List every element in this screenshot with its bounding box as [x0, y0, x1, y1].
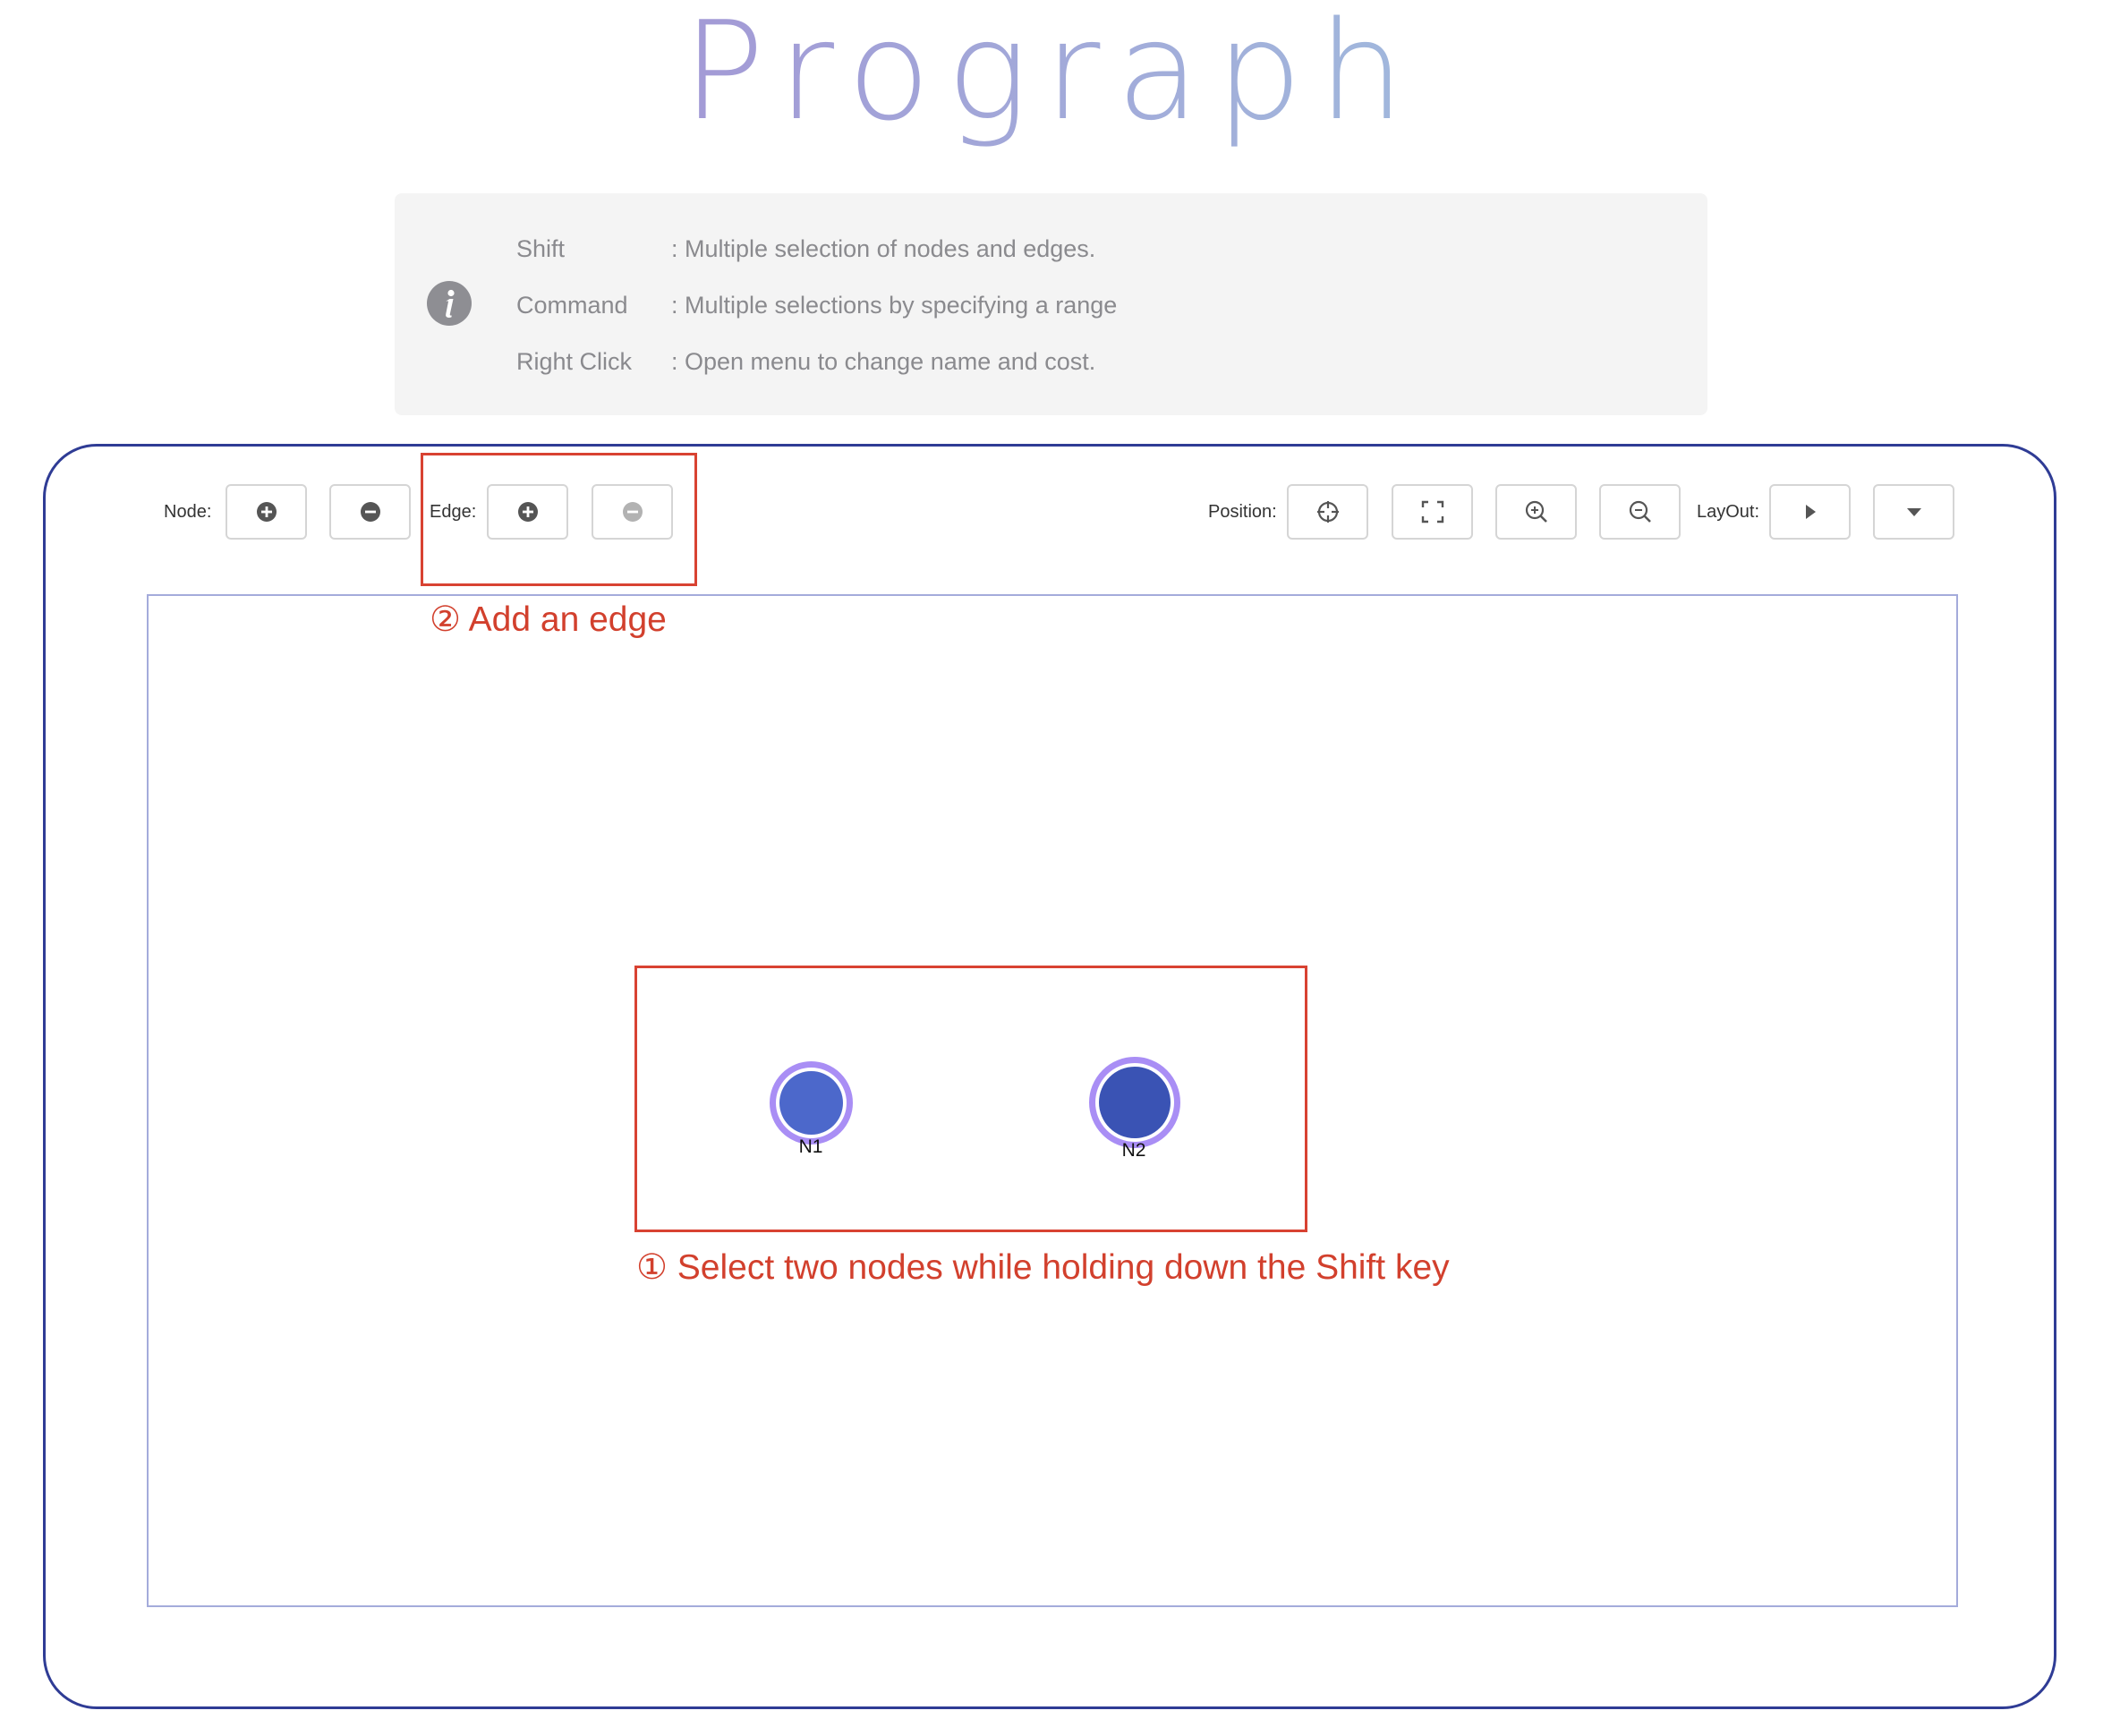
node-toolbar-label: Node:: [164, 502, 212, 522]
position-toolbar-label: Position:: [1208, 502, 1277, 522]
shortcut-description: : Multiple selection of nodes and edges.: [671, 235, 1096, 262]
edge-buttons-highlight: [421, 453, 697, 586]
zoom-out-button[interactable]: [1599, 484, 1681, 540]
center-view-button[interactable]: [1287, 484, 1368, 540]
caret-down-icon: [1906, 508, 1921, 516]
info-icon: [427, 281, 472, 326]
crosshair-icon: [1316, 501, 1339, 523]
selected-nodes-highlight: [634, 966, 1307, 1232]
add-node-button[interactable]: [226, 484, 307, 540]
shortcut-key: Shift: [516, 235, 566, 262]
logo-text: Prograph: [683, 0, 1421, 150]
shortcut-key: Right Click: [516, 348, 633, 375]
annotation-step-1: ① Select two nodes while holding down th…: [636, 1248, 1450, 1287]
layout-toolbar-label: LayOut:: [1697, 502, 1760, 522]
shortcut-description: : Multiple selections by specifying a ra…: [671, 292, 1118, 319]
app-logo: Prograph: [683, 0, 1421, 150]
run-layout-button[interactable]: [1769, 484, 1851, 540]
shortcut-description: : Open menu to change name and cost.: [671, 348, 1096, 375]
fit-screen-icon: [1421, 500, 1443, 523]
keyboard-shortcuts-panel: Shift : Multiple selection of nodes and …: [395, 193, 1707, 415]
zoom-in-icon: [1525, 500, 1547, 523]
zoom-out-icon: [1629, 500, 1651, 523]
layout-options-dropdown[interactable]: [1873, 484, 1954, 540]
fit-view-button[interactable]: [1392, 484, 1473, 540]
annotation-step-2: ② Add an edge: [430, 600, 667, 639]
remove-node-button[interactable]: [329, 484, 411, 540]
minus-circle-icon: [360, 502, 380, 522]
play-icon: [1805, 505, 1816, 519]
plus-circle-icon: [256, 502, 277, 522]
shortcut-key: Command: [516, 292, 628, 319]
zoom-in-button[interactable]: [1495, 484, 1577, 540]
